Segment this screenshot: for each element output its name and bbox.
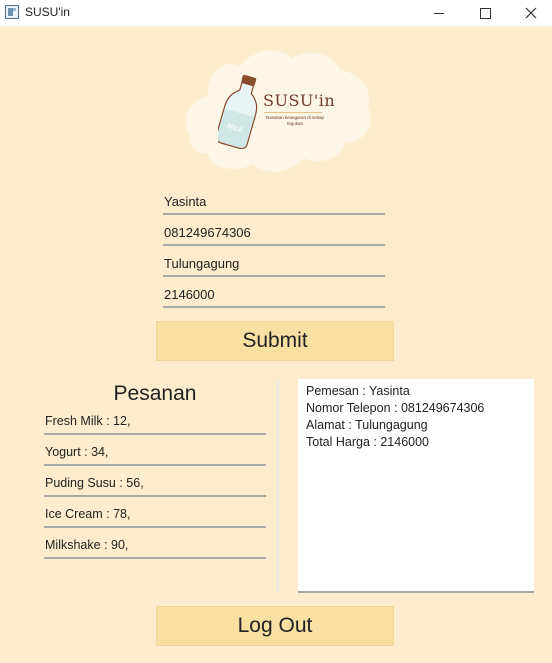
- summary-total: Total Harga : 2146000: [306, 435, 430, 449]
- summary-phone: Nomor Telepon : 081249674306: [306, 401, 485, 415]
- order-item-yogurt[interactable]: Yogurt : 34,: [44, 444, 266, 466]
- total-field[interactable]: 2146000: [163, 286, 385, 308]
- order-summary-textarea[interactable]: Pemesan : Yasinta Nomor Telepon : 081249…: [298, 379, 534, 593]
- close-button[interactable]: [508, 0, 552, 26]
- close-icon: [525, 7, 537, 19]
- logout-button[interactable]: Log Out: [156, 606, 394, 646]
- window-title: SUSU'in: [25, 5, 70, 19]
- order-item-milkshake[interactable]: Milkshake : 90,: [44, 537, 266, 559]
- phone-field[interactable]: 081249674306: [163, 224, 385, 246]
- brand-name: SUSU'in: [263, 91, 336, 110]
- minimize-button[interactable]: [416, 0, 462, 26]
- summary-address: Alamat : Tulungagung: [306, 418, 428, 432]
- order-item-puding-susu[interactable]: Puding Susu : 56,: [44, 475, 266, 497]
- address-field[interactable]: Tulungagung: [163, 255, 385, 277]
- app-logo: MILK SUSU'in Rasakan kesegaran di setiap…: [180, 44, 375, 176]
- summary-customer: Pemesan : Yasinta: [306, 384, 410, 398]
- brand-tagline: Rasakan kesegaran di setiap tegukan: [265, 115, 325, 126]
- milk-bottle-icon: MILK: [218, 74, 258, 149]
- vertical-divider: [277, 380, 279, 592]
- order-item-ice-cream[interactable]: Ice Cream : 78,: [44, 506, 266, 528]
- logo-splash: [185, 50, 371, 172]
- minimize-icon: [434, 12, 444, 14]
- submit-button[interactable]: Submit: [156, 321, 394, 361]
- order-item-fresh-milk[interactable]: Fresh Milk : 12,: [44, 413, 266, 435]
- name-field[interactable]: Yasinta: [163, 193, 385, 215]
- maximize-icon: [479, 7, 491, 19]
- title-bar: SUSU'in: [0, 0, 552, 26]
- orders-heading: Pesanan: [113, 382, 197, 405]
- app-window-icon: [5, 5, 19, 19]
- tagline-divider: [264, 112, 322, 113]
- maximize-button[interactable]: [462, 0, 508, 26]
